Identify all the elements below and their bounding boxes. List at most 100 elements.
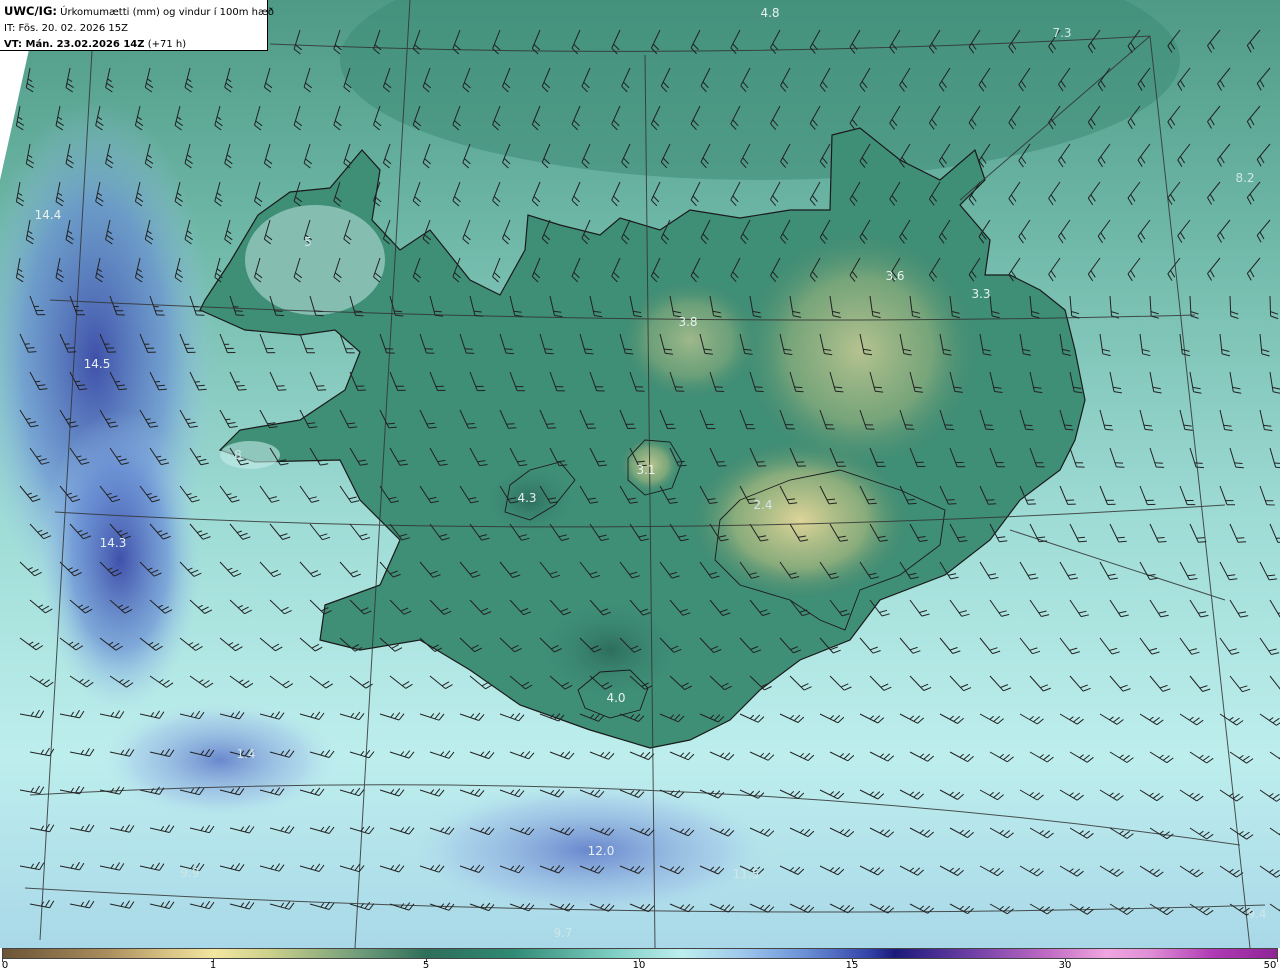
wind-barb-feather xyxy=(544,348,553,350)
colorbar-tick: 15 xyxy=(845,960,859,971)
wind-barb-feather xyxy=(276,385,285,387)
wind-barb-feather xyxy=(584,348,593,351)
wind-barb-feather xyxy=(636,460,645,463)
wind-barb-feather xyxy=(318,389,327,391)
value-label: 4.0 xyxy=(606,691,625,705)
wind-barb-feather xyxy=(545,352,554,355)
wind-barb-feather xyxy=(35,380,41,383)
wind-barb-feather xyxy=(26,347,35,349)
wind-barb-feather xyxy=(548,427,557,429)
wind-barb-feather xyxy=(1104,424,1113,427)
value-label: 11.5 xyxy=(733,867,760,881)
wind-barb-feather xyxy=(428,426,437,429)
wind-barb-feather xyxy=(274,310,283,312)
wind-barb-feather xyxy=(238,389,247,391)
value-label: 3.1 xyxy=(636,463,655,477)
wind-barb-feather xyxy=(28,351,37,353)
value-label: 8 xyxy=(234,448,242,462)
colorbar-tick: 5 xyxy=(422,960,430,971)
wind-barb-feather xyxy=(874,386,883,389)
wind-barb-feather xyxy=(754,386,763,388)
wind-barb-feather xyxy=(986,499,995,501)
wind-barb-feather xyxy=(75,380,81,383)
wind-barb-feather xyxy=(835,390,844,393)
wind-barb-feather xyxy=(868,502,877,505)
precipitation-map: 4.8 7.3 8.2 14.4 14.5 14.3 3.6 3.3 3.8 3… xyxy=(0,0,1280,948)
wind-barb-feather xyxy=(1196,537,1205,539)
wind-barb-feather xyxy=(718,465,727,467)
colorbar-tick: 0 xyxy=(1,960,9,971)
colorbar-tick: 50 xyxy=(1263,960,1277,971)
value-label: 3.8 xyxy=(678,315,697,329)
wind-barb-feather xyxy=(275,314,284,317)
colorbar xyxy=(2,948,1278,959)
wind-barb-feather xyxy=(1274,462,1280,464)
colorbar-legend: 0 1 5 10 15 30 50 xyxy=(0,948,1280,978)
wind-barb-feather xyxy=(1194,462,1203,464)
wind-barb-feather xyxy=(198,388,207,391)
wind-barb-feather xyxy=(625,352,634,355)
wind-barb-feather xyxy=(1024,424,1033,427)
valid-time-row: VT: Mán. 23.02.2026 14Z (+71 h) xyxy=(4,37,263,53)
wind-barb-feather xyxy=(948,503,957,505)
wind-barb-feather xyxy=(316,385,325,387)
wind-barb-feather xyxy=(395,314,404,317)
wind-barb-feather xyxy=(546,423,555,425)
wind-barb-feather xyxy=(985,428,994,431)
model-code: UWC/IG: xyxy=(4,4,57,18)
wind-barb-feather xyxy=(676,460,685,463)
header-title-row: UWC/IG: Úrkomumætti (mm) og vindur í 100… xyxy=(4,3,274,21)
wind-barb-feather xyxy=(946,499,955,501)
wind-barb-feather xyxy=(834,386,843,389)
value-label: 12.0 xyxy=(588,844,615,858)
wind-barb-feather xyxy=(115,380,121,383)
wind-barb-feather xyxy=(1158,541,1167,543)
dark-patch-snaefell xyxy=(220,441,280,469)
wind-barb-feather xyxy=(225,418,231,421)
wind-barb-feather xyxy=(1064,424,1073,427)
wind-barb-feather xyxy=(508,427,517,429)
wind-barb-feather xyxy=(755,390,764,393)
wind-barb-feather xyxy=(1118,540,1127,543)
colorbar-tick: 1 xyxy=(209,960,217,971)
value-label: 1.4 xyxy=(236,747,255,761)
wind-barb-feather xyxy=(466,423,475,425)
wind-barb-feather xyxy=(1195,466,1205,469)
wind-barb-feather xyxy=(505,352,514,355)
value-label: 4.8 xyxy=(760,6,779,20)
wind-barb-feather xyxy=(504,348,513,350)
wind-barb-feather xyxy=(1235,466,1244,469)
wind-barb-feather xyxy=(66,347,75,349)
precip-southwest xyxy=(100,700,340,820)
wind-barb-feather xyxy=(678,464,687,467)
wind-barb-feather xyxy=(585,352,594,355)
value-label: 3.3 xyxy=(971,287,990,301)
wind-barb-feather xyxy=(154,381,161,383)
wind-barb-feather xyxy=(355,314,364,317)
map-title: Úrkomumætti (mm) og vindur í 100m hæð xyxy=(60,7,274,18)
wind-barb-feather xyxy=(908,502,917,505)
wind-barb-feather xyxy=(1025,428,1034,431)
wind-barb-feather xyxy=(196,384,205,387)
value-label: 14.4 xyxy=(35,208,62,222)
value-label: 7.3 xyxy=(1052,26,1071,40)
wind-barb-feather xyxy=(984,424,993,426)
wind-barb-feather xyxy=(1238,541,1247,543)
wind-barb-feather xyxy=(1156,537,1165,539)
dark-west-fjords xyxy=(245,205,385,315)
value-label: 3.6 xyxy=(885,269,904,283)
value-label: 4.3 xyxy=(517,491,536,505)
value-label: 9.7 xyxy=(553,926,572,940)
wind-barb-feather xyxy=(236,385,245,387)
wind-barb-feather xyxy=(906,498,915,501)
wind-barb-feather xyxy=(354,310,363,313)
wind-barb-feather xyxy=(988,503,997,505)
value-label: 14.3 xyxy=(100,536,127,550)
wind-barb-feather xyxy=(1234,462,1243,464)
wind-barb-feather xyxy=(315,314,324,317)
wind-barb-feather xyxy=(758,465,767,467)
heavy-precip-west-2 xyxy=(40,410,200,710)
lead-time: (+71 h) xyxy=(147,39,187,50)
wind-barb-feather xyxy=(194,381,200,383)
wind-barb-feather xyxy=(795,390,804,393)
